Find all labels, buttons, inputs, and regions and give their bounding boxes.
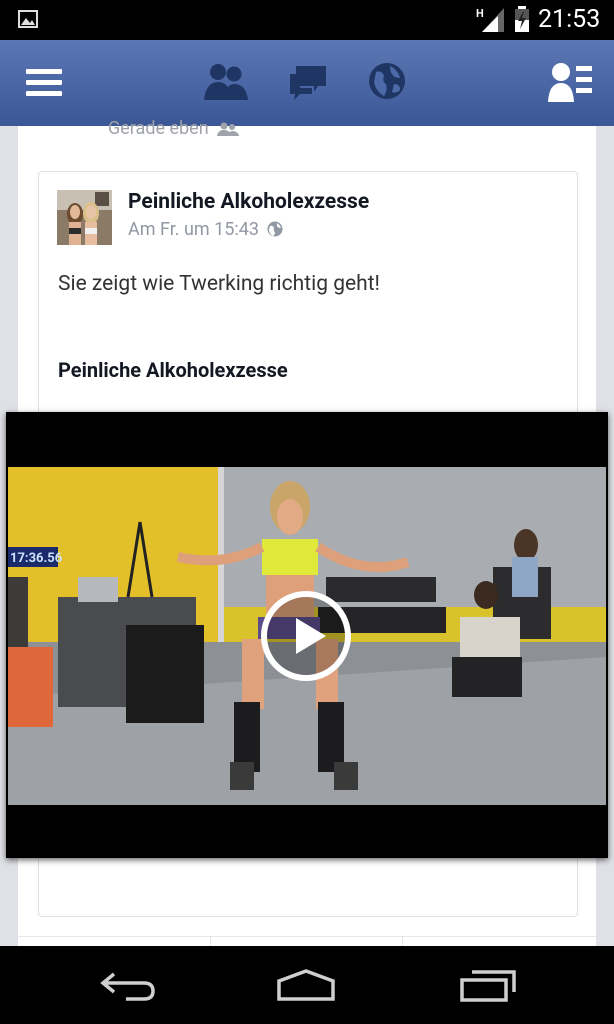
- signal-icon: H: [476, 7, 504, 32]
- video-overlay-text: 17:36.56: [10, 551, 63, 566]
- recent-apps-icon[interactable]: [460, 970, 516, 1002]
- post-time-text: Am Fr. um 15:43: [128, 219, 259, 240]
- previous-story-time-text: Gerade eben: [108, 118, 209, 139]
- back-icon[interactable]: [100, 970, 156, 1002]
- friend-requests-icon[interactable]: [204, 62, 248, 102]
- home-icon[interactable]: [276, 968, 336, 1002]
- battery-icon: [515, 6, 529, 32]
- friends-audience-icon: [217, 122, 240, 137]
- page-avatar[interactable]: [57, 190, 112, 245]
- notifications-globe-icon[interactable]: [368, 62, 406, 100]
- messages-icon[interactable]: [288, 62, 328, 102]
- network-type-label: H: [476, 7, 484, 20]
- post-timestamp[interactable]: Am Fr. um 15:43: [128, 219, 283, 240]
- status-bar: H 21:53: [0, 0, 614, 40]
- play-icon[interactable]: [260, 590, 352, 682]
- menu-icon[interactable]: [26, 68, 62, 98]
- status-clock: 21:53: [538, 5, 601, 34]
- post-message: Sie zeigt wie Twerking richtig geht!: [58, 272, 380, 296]
- shared-link-title[interactable]: Peinliche Alkoholexzesse: [58, 358, 288, 382]
- contacts-icon[interactable]: [548, 62, 592, 102]
- public-globe-icon: [267, 221, 283, 237]
- post-page-name[interactable]: Peinliche Alkoholexzesse: [128, 190, 369, 214]
- previous-story-timestamp: Gerade eben: [108, 118, 240, 139]
- facebook-title-bar: [0, 40, 614, 127]
- android-navigation-bar: [0, 946, 614, 1024]
- gallery-notification-icon: [18, 10, 38, 28]
